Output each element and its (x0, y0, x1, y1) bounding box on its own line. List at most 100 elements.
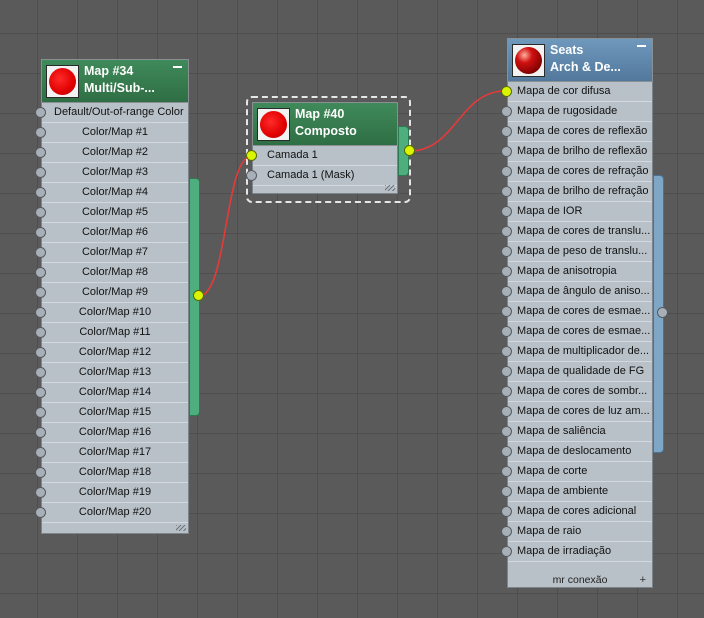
slot-row[interactable]: Color/Map #6 (42, 223, 188, 243)
slot-row[interactable]: Mapa de saliência (508, 422, 652, 442)
slot-row[interactable]: Camada 1 (253, 146, 397, 166)
slot-row[interactable]: Mapa de irradiação (508, 542, 652, 562)
input-socket[interactable] (501, 286, 512, 297)
input-socket[interactable] (501, 146, 512, 157)
slot-row[interactable]: Camada 1 (Mask) (253, 166, 397, 186)
slot-row[interactable]: Mapa de cores de translu... (508, 222, 652, 242)
slot-row[interactable]: Color/Map #17 (42, 443, 188, 463)
slot-row[interactable]: Mapa de peso de translu... (508, 242, 652, 262)
slot-row[interactable]: Color/Map #19 (42, 483, 188, 503)
slot-row[interactable]: Mapa de corte (508, 462, 652, 482)
input-socket[interactable] (501, 306, 512, 317)
minimize-icon[interactable] (637, 45, 646, 47)
input-socket[interactable] (35, 107, 46, 118)
output-socket[interactable] (657, 307, 668, 318)
minimize-icon[interactable] (173, 66, 182, 68)
input-socket[interactable] (501, 326, 512, 337)
node-map34[interactable]: Map #34 Multi/Sub-... Default/Out-of-ran… (41, 59, 189, 534)
slot-row[interactable]: Color/Map #3 (42, 163, 188, 183)
input-socket[interactable] (501, 446, 512, 457)
slot-row[interactable]: Color/Map #11 (42, 323, 188, 343)
input-socket[interactable] (501, 266, 512, 277)
slot-row[interactable]: Mapa de multiplicador de... (508, 342, 652, 362)
input-socket[interactable] (501, 426, 512, 437)
slot-row[interactable]: Mapa de anisotropia (508, 262, 652, 282)
slot-row[interactable]: Color/Map #18 (42, 463, 188, 483)
slot-row[interactable]: Mapa de qualidade de FG (508, 362, 652, 382)
input-socket[interactable] (35, 267, 46, 278)
slot-row[interactable]: Mapa de cor difusa (508, 82, 652, 102)
slot-row[interactable]: Mapa de cores de refração (508, 162, 652, 182)
input-socket[interactable] (35, 367, 46, 378)
slot-row[interactable]: Color/Map #9 (42, 283, 188, 303)
resize-grip-icon[interactable] (385, 185, 395, 191)
input-socket[interactable] (501, 106, 512, 117)
input-socket[interactable] (35, 207, 46, 218)
slot-row[interactable]: Color/Map #5 (42, 203, 188, 223)
wire-map34-to-map40[interactable] (198, 155, 253, 297)
input-socket[interactable] (35, 327, 46, 338)
input-socket[interactable] (501, 486, 512, 497)
input-socket[interactable] (501, 246, 512, 257)
input-socket[interactable] (501, 406, 512, 417)
slot-row[interactable]: Mapa de rugosidade (508, 102, 652, 122)
input-socket[interactable] (35, 167, 46, 178)
output-socket[interactable] (193, 290, 204, 301)
slot-row[interactable]: Mapa de cores de esmae... (508, 322, 652, 342)
slot-row[interactable]: Mapa de ângulo de aniso... (508, 282, 652, 302)
input-socket[interactable] (35, 307, 46, 318)
slot-row[interactable]: Mapa de cores adicional (508, 502, 652, 522)
input-socket[interactable] (35, 427, 46, 438)
input-socket[interactable] (501, 166, 512, 177)
input-socket[interactable] (501, 546, 512, 557)
slot-row[interactable]: Color/Map #10 (42, 303, 188, 323)
output-socket[interactable] (404, 145, 415, 156)
slot-row[interactable]: Color/Map #12 (42, 343, 188, 363)
input-socket[interactable] (501, 206, 512, 217)
slot-row[interactable]: Color/Map #7 (42, 243, 188, 263)
input-socket[interactable] (501, 526, 512, 537)
node-seats[interactable]: Seats Arch & De... Mapa de cor difusa Map… (507, 38, 653, 588)
node-header[interactable]: Seats Arch & De... (507, 38, 653, 82)
input-socket[interactable] (501, 86, 512, 97)
input-socket[interactable] (501, 366, 512, 377)
input-socket[interactable] (35, 227, 46, 238)
slot-row[interactable]: Color/Map #16 (42, 423, 188, 443)
input-socket[interactable] (35, 287, 46, 298)
slot-row[interactable]: Mapa de ambiente (508, 482, 652, 502)
slot-row[interactable]: Mapa de cores de luz am... (508, 402, 652, 422)
input-socket[interactable] (35, 247, 46, 258)
input-socket[interactable] (35, 487, 46, 498)
input-socket[interactable] (501, 226, 512, 237)
slot-row[interactable]: Color/Map #1 (42, 123, 188, 143)
input-socket[interactable] (35, 127, 46, 138)
slot-row[interactable]: Color/Map #14 (42, 383, 188, 403)
slot-row[interactable]: Color/Map #15 (42, 403, 188, 423)
slot-row[interactable]: Color/Map #13 (42, 363, 188, 383)
slot-row[interactable]: Mapa de cores de sombr... (508, 382, 652, 402)
wire-map40-to-seats[interactable] (409, 90, 506, 152)
slot-row[interactable]: Mapa de raio (508, 522, 652, 542)
slot-row[interactable]: Mapa de brilho de reflexão (508, 142, 652, 162)
input-socket[interactable] (246, 170, 257, 181)
input-socket[interactable] (501, 346, 512, 357)
input-socket[interactable] (35, 347, 46, 358)
slot-row[interactable]: Color/Map #20 (42, 503, 188, 523)
slot-row[interactable]: Color/Map #8 (42, 263, 188, 283)
input-socket[interactable] (35, 507, 46, 518)
input-socket[interactable] (246, 150, 257, 161)
input-socket[interactable] (501, 386, 512, 397)
input-socket[interactable] (35, 447, 46, 458)
slot-row[interactable]: Mapa de cores de reflexão (508, 122, 652, 142)
node-footer[interactable]: mr conexão + (508, 573, 652, 587)
input-socket[interactable] (35, 407, 46, 418)
slot-row[interactable]: Color/Map #4 (42, 183, 188, 203)
input-socket[interactable] (501, 506, 512, 517)
input-socket[interactable] (501, 126, 512, 137)
plus-icon[interactable]: + (640, 573, 646, 587)
slot-row[interactable]: Color/Map #2 (42, 143, 188, 163)
slot-row[interactable]: Mapa de deslocamento (508, 442, 652, 462)
input-socket[interactable] (35, 147, 46, 158)
node-header[interactable]: Map #34 Multi/Sub-... (41, 59, 189, 103)
input-socket[interactable] (35, 467, 46, 478)
